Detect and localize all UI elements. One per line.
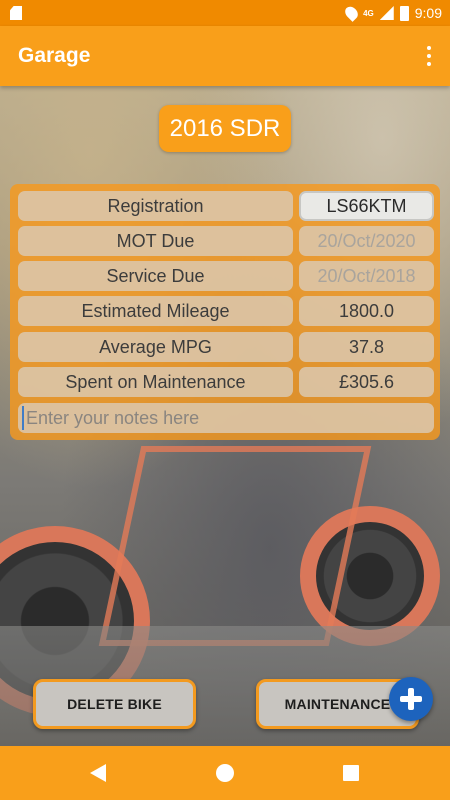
mot-due-label: MOT Due xyxy=(18,226,293,256)
back-icon[interactable] xyxy=(90,764,106,782)
add-icon[interactable] xyxy=(389,677,433,721)
delete-bike-button[interactable]: DELETE BIKE xyxy=(33,679,196,729)
status-bar: 4G 9:09 xyxy=(0,0,450,26)
recent-apps-icon[interactable] xyxy=(343,765,359,781)
battery-icon xyxy=(399,5,409,21)
registration-label: Registration xyxy=(18,191,293,221)
spent-on-maintenance-label: Spent on Maintenance xyxy=(18,367,293,397)
app-title: Garage xyxy=(18,44,91,67)
estimated-mileage-value: 1800.0 xyxy=(299,296,434,326)
service-due-value[interactable]: 20/Oct/2018 xyxy=(299,261,434,291)
text-cursor xyxy=(22,406,24,430)
registration-value[interactable]: LS66KTM xyxy=(299,191,434,221)
signal-icon xyxy=(379,6,394,20)
bike-name-badge: 2016 SDR xyxy=(159,105,291,152)
overflow-menu-icon[interactable] xyxy=(426,46,432,66)
service-due-label: Service Due xyxy=(18,261,293,291)
notes-placeholder: Enter your notes here xyxy=(26,407,200,428)
location-icon xyxy=(342,4,361,22)
sd-card-icon xyxy=(10,6,22,20)
mot-due-value[interactable]: 20/Oct/2020 xyxy=(299,226,434,256)
status-time: 9:09 xyxy=(414,5,442,21)
average-mpg-value: 37.8 xyxy=(299,332,434,362)
app-bar: Garage xyxy=(0,26,450,86)
spent-on-maintenance-value: £305.6 xyxy=(299,367,434,397)
average-mpg-label: Average MPG xyxy=(18,332,293,362)
notes-input[interactable]: Enter your notes here xyxy=(18,403,434,433)
estimated-mileage-label: Estimated Mileage xyxy=(18,296,293,326)
home-icon[interactable] xyxy=(216,764,234,782)
network-type-label: 4G xyxy=(363,8,374,18)
bike-details-panel: Registration LS66KTM MOT Due 20/Oct/2020… xyxy=(10,184,440,440)
navigation-bar xyxy=(0,746,450,800)
